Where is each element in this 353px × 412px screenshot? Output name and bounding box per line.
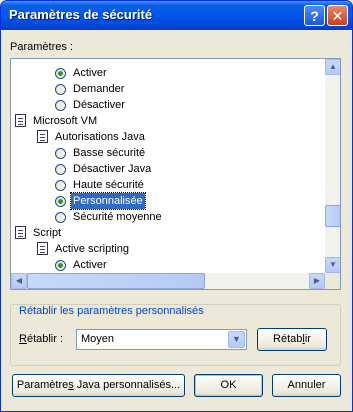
help-button[interactable]: ? [304,5,325,26]
scroll-right-button[interactable]: ▶ [309,273,325,289]
scroll-left-button[interactable]: ◀ [11,273,27,289]
scroll-up-button[interactable]: ▲ [325,59,340,75]
settings-page-icon [37,130,48,143]
reset-button[interactable]: Rétablir [257,328,327,351]
window-title: Paramètres de sécurité [9,7,153,22]
horizontal-scrollbar[interactable]: ◀ ▶ [11,273,325,289]
security-settings-dialog: Paramètres de sécurité ? ✕ Paramètres : … [0,0,353,412]
ok-button[interactable]: OK [194,374,263,397]
tree-item-label: Désactiver [73,99,125,111]
chevron-down-icon[interactable]: ▼ [228,331,245,348]
tree-item-label: Demander [73,83,125,95]
settings-label: Paramètres : [10,41,73,53]
radio-unchecked-icon[interactable] [55,148,66,159]
radio-checked-icon[interactable] [55,68,66,79]
reset-level-value: Moyen [81,333,115,345]
tree-item-label: Basse sécurité [73,147,146,159]
vertical-scroll-thumb[interactable] [325,205,340,227]
settings-page-icon [15,226,26,239]
scrollbar-corner [325,273,340,289]
tree-item-label: Haute sécurité [73,179,144,191]
scroll-down-button[interactable]: ▼ [325,257,340,273]
radio-unchecked-icon[interactable] [55,164,66,175]
tree-item-label: Désactiver Java [73,163,152,175]
tree-item-label: Autorisations Java [55,131,145,143]
reset-label: Rétablir : [19,333,64,345]
radio-unchecked-icon[interactable] [55,100,66,111]
vertical-scrollbar[interactable]: ▲ ▼ [325,59,340,273]
radio-unchecked-icon[interactable] [55,84,66,95]
radio-unchecked-icon[interactable] [55,212,66,223]
radio-unchecked-icon[interactable] [55,180,66,191]
tree-item-label: Script [33,227,62,239]
tree-item-label: Active scripting [55,243,129,255]
settings-page-icon [37,242,48,255]
tree-item-label: Activer [73,259,107,271]
radio-checked-icon[interactable] [55,196,66,207]
reset-level-select[interactable]: Moyen ▼ [76,329,247,350]
cancel-button[interactable]: Annuler [272,374,341,397]
settings-tree[interactable]: Activer Demander Désactiver Microsoft VM Aut… [10,58,341,290]
tree-item-label: Personnalisée [70,192,146,210]
settings-page-icon [15,114,26,127]
title-bar[interactable]: Paramètres de sécurité ? ✕ [1,1,352,30]
java-custom-settings-button[interactable]: Paramètres Java personnalisés... [12,374,185,397]
radio-checked-icon[interactable] [55,260,66,271]
horizontal-scroll-thumb[interactable] [27,273,205,289]
close-button[interactable]: ✕ [327,5,348,26]
tree-item-label: Microsoft VM [33,115,98,127]
reset-group-title: Rétablir les paramètres personnalisés [17,305,206,317]
tree-item-label: Activer [73,67,107,79]
tree-item-label: Sécurité moyenne [73,211,162,223]
